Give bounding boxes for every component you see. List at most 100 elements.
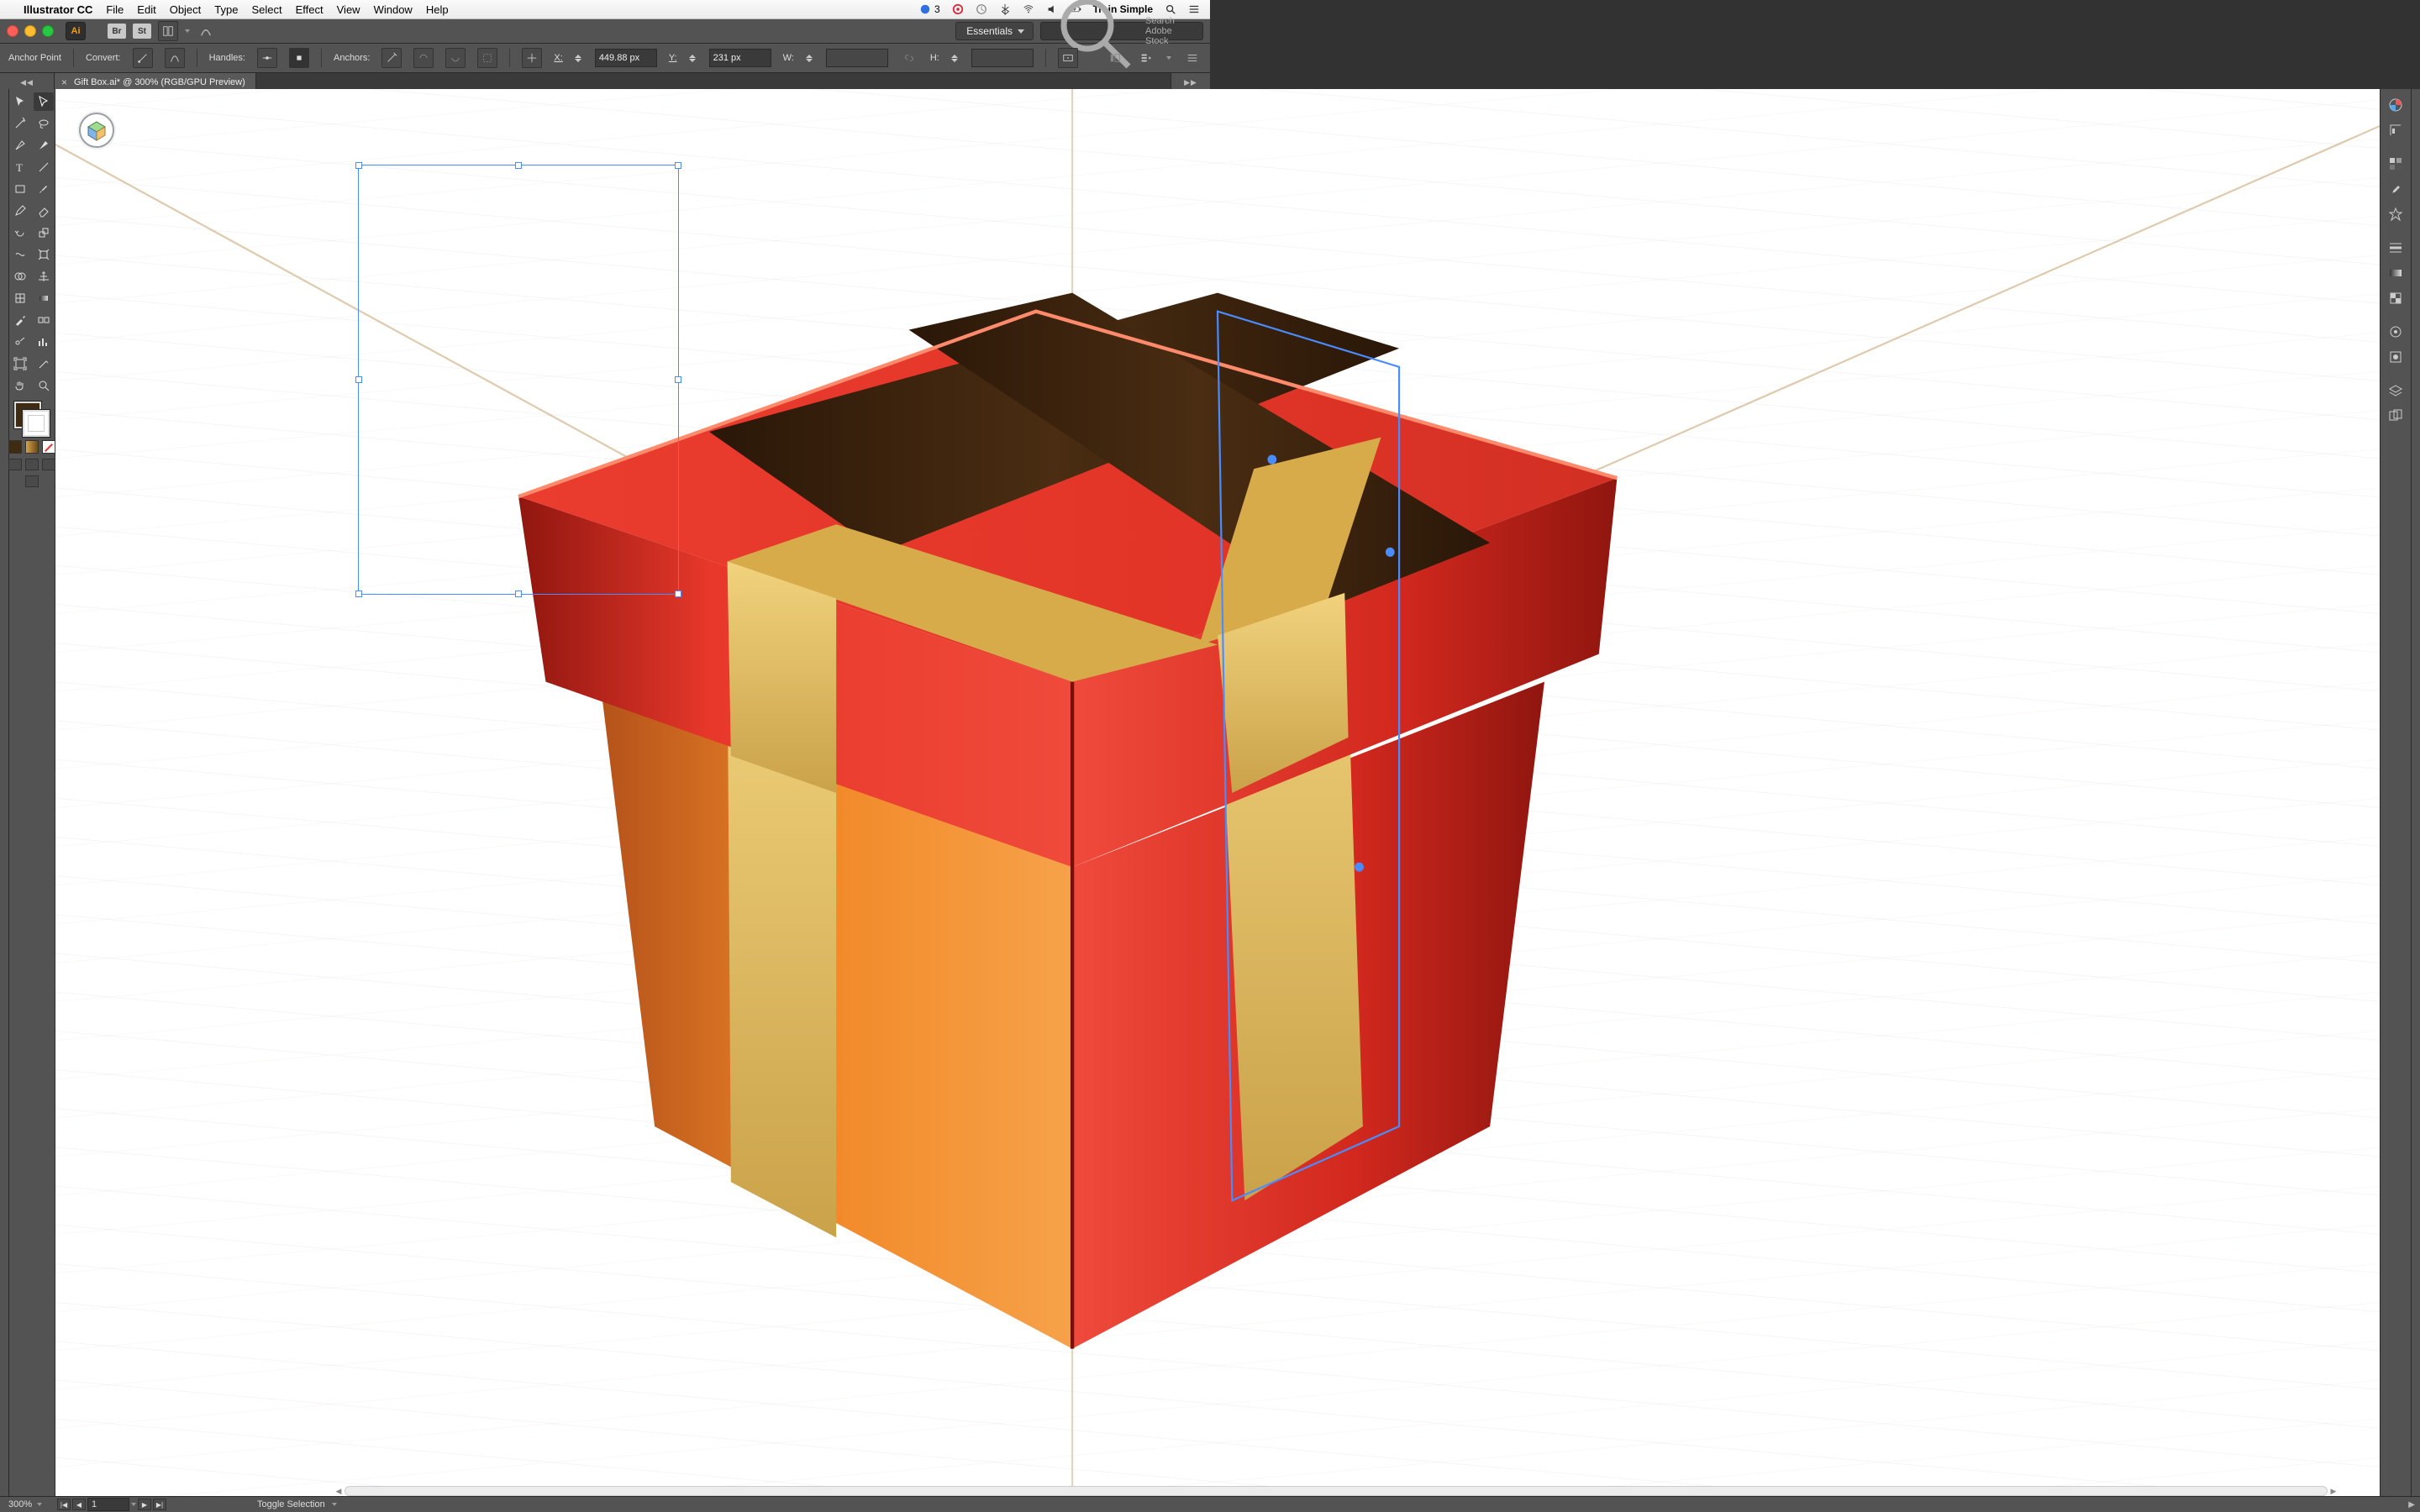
zoom-value[interactable]: 300% xyxy=(8,1499,32,1509)
bridge-badge[interactable]: Br xyxy=(108,24,126,39)
isolate-button[interactable] xyxy=(477,48,497,68)
arrange-dropdown-icon[interactable] xyxy=(185,29,190,33)
window-zoom-button[interactable] xyxy=(42,25,54,37)
status-scroll-right-icon[interactable]: ▶ xyxy=(2408,1500,2415,1509)
align-artboard-button[interactable] xyxy=(1058,48,1078,68)
control-bar-dropdown-icon[interactable] xyxy=(1166,56,1171,60)
left-dock-gutter[interactable] xyxy=(0,89,9,1497)
line-segment-tool[interactable] xyxy=(34,158,54,176)
symbol-sprayer-tool[interactable] xyxy=(10,333,30,351)
status-bluetooth-icon[interactable] xyxy=(999,3,1011,15)
status-cc-icon[interactable] xyxy=(952,3,964,15)
status-wifi-icon[interactable] xyxy=(1023,3,1034,15)
zoom-tool[interactable] xyxy=(34,376,54,395)
menu-select[interactable]: Select xyxy=(251,3,281,16)
stroke-panel-icon[interactable] xyxy=(2384,237,2407,259)
status-timemachine-icon[interactable] xyxy=(976,3,987,15)
y-field[interactable]: 231 px xyxy=(709,49,771,67)
stock-badge[interactable]: St xyxy=(133,24,151,39)
arrange-documents-button[interactable] xyxy=(158,21,178,41)
selection-bounding-box[interactable] xyxy=(358,165,679,595)
status-menu-icon[interactable] xyxy=(1188,3,1200,15)
status-badge-icon[interactable]: 3 xyxy=(919,3,940,15)
convert-corner-button[interactable] xyxy=(133,48,153,68)
right-dock-gutter[interactable] xyxy=(2411,89,2420,1497)
y-stepper[interactable] xyxy=(689,50,697,66)
handles-show-button[interactable] xyxy=(257,48,277,68)
h-field[interactable] xyxy=(971,49,1034,67)
panel-flyout-button[interactable] xyxy=(1136,49,1155,67)
artboards-panel-icon[interactable] xyxy=(2384,405,2407,427)
mesh-tool[interactable] xyxy=(10,289,30,307)
canvas-horizontal-scrollbar[interactable]: ◀ ▶ xyxy=(333,1485,2339,1497)
essentials-layout-button[interactable] xyxy=(1106,49,1124,67)
fill-stroke-swatch[interactable] xyxy=(14,402,50,437)
collapse-panels-icon[interactable]: ▶▶ xyxy=(1184,78,1197,87)
w-stepper[interactable] xyxy=(806,50,814,66)
convert-smooth-button[interactable] xyxy=(165,48,185,68)
rectangle-tool[interactable] xyxy=(10,180,30,198)
pen-tool[interactable] xyxy=(10,136,30,155)
align-to-pixel-button[interactable] xyxy=(522,48,542,68)
x-field[interactable]: 449.88 px xyxy=(595,49,657,67)
artboard-tool[interactable] xyxy=(10,354,30,373)
scroll-left-icon[interactable]: ◀ xyxy=(333,1487,345,1496)
workspace-switcher[interactable]: Essentials xyxy=(955,22,1034,40)
swatches-panel-icon[interactable] xyxy=(2384,153,2407,175)
close-tab-icon[interactable]: × xyxy=(61,76,67,88)
eraser-tool[interactable] xyxy=(34,202,54,220)
eyedropper-tool[interactable] xyxy=(10,311,30,329)
color-panel-icon[interactable] xyxy=(2384,94,2407,116)
type-tool[interactable]: T xyxy=(10,158,30,176)
perspective-grid-tool[interactable] xyxy=(34,267,54,286)
column-graph-tool[interactable] xyxy=(34,333,54,351)
handles-hide-button[interactable] xyxy=(289,48,309,68)
draw-behind-button[interactable] xyxy=(25,459,39,470)
window-close-button[interactable] xyxy=(7,25,18,37)
graphic-styles-panel-icon[interactable] xyxy=(2384,346,2407,368)
artboard-prev-button[interactable]: ◀ xyxy=(72,1499,86,1510)
paintbrush-tool[interactable] xyxy=(34,180,54,198)
menu-effect[interactable]: Effect xyxy=(296,3,324,16)
search-stock-input[interactable]: Search Adobe Stock xyxy=(1040,22,1203,40)
width-tool[interactable] xyxy=(10,245,30,264)
link-wh-button[interactable] xyxy=(900,49,918,67)
transparency-panel-icon[interactable] xyxy=(2384,287,2407,309)
scroll-right-icon[interactable]: ▶ xyxy=(2328,1487,2339,1496)
anchors-cut-button[interactable] xyxy=(413,48,434,68)
lasso-tool[interactable] xyxy=(34,114,54,133)
control-menu-button[interactable] xyxy=(1183,49,1202,67)
color-solid-button[interactable] xyxy=(8,440,22,454)
artboard-number-field[interactable]: 1 xyxy=(87,1498,129,1511)
stroke-swatch[interactable] xyxy=(23,410,50,437)
symbols-panel-icon[interactable] xyxy=(2384,203,2407,225)
free-transform-tool[interactable] xyxy=(34,245,54,264)
x-stepper[interactable] xyxy=(575,50,583,66)
perspective-plane-widget[interactable] xyxy=(79,113,114,148)
slice-tool[interactable] xyxy=(34,354,54,373)
artboard-next-button[interactable]: ▶ xyxy=(138,1499,151,1510)
gradient-panel-icon[interactable] xyxy=(2384,262,2407,284)
draw-inside-button[interactable] xyxy=(42,459,55,470)
color-guide-panel-icon[interactable] xyxy=(2384,119,2407,141)
menu-type[interactable]: Type xyxy=(214,3,238,16)
hand-tool[interactable] xyxy=(10,376,30,395)
anchors-connect-button[interactable] xyxy=(445,48,466,68)
rotate-tool[interactable] xyxy=(10,223,30,242)
canvas[interactable]: ◀ ▶ xyxy=(55,89,2380,1497)
gradient-tool[interactable] xyxy=(34,289,54,307)
menu-help[interactable]: Help xyxy=(426,3,449,16)
status-dropdown-icon[interactable] xyxy=(332,1503,337,1506)
color-gradient-button[interactable] xyxy=(25,440,39,454)
screen-mode-button[interactable] xyxy=(25,475,39,487)
draw-normal-button[interactable] xyxy=(8,459,22,470)
menu-edit[interactable]: Edit xyxy=(137,3,155,16)
blend-tool[interactable] xyxy=(34,311,54,329)
brushes-panel-icon[interactable] xyxy=(2384,178,2407,200)
magic-wand-tool[interactable] xyxy=(10,114,30,133)
window-minimize-button[interactable] xyxy=(24,25,36,37)
artboard-dropdown-icon[interactable] xyxy=(131,1503,136,1506)
pencil-tool[interactable] xyxy=(10,202,30,220)
artboard-first-button[interactable]: |◀ xyxy=(57,1499,71,1510)
menu-object[interactable]: Object xyxy=(170,3,202,16)
